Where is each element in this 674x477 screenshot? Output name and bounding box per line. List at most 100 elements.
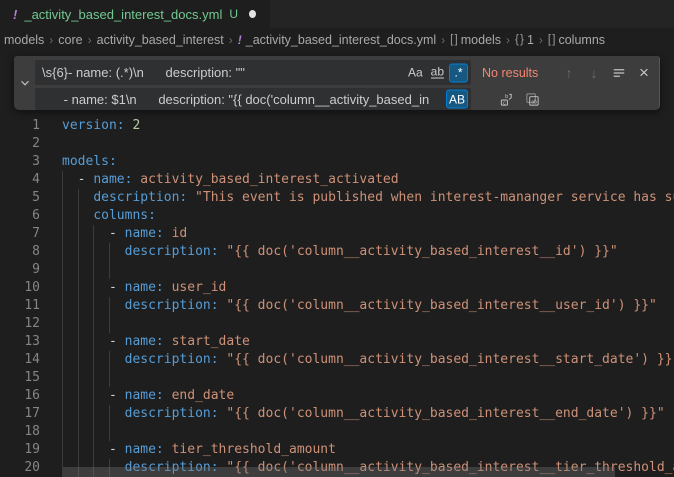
code-line[interactable]: 17 description: "{{ doc('column__activit… [0, 405, 674, 423]
code-token: description: [125, 298, 219, 313]
line-number[interactable]: 2 [0, 135, 40, 153]
breadcrumb-item[interactable]: activity_based_interest [97, 33, 224, 47]
line-number[interactable]: 7 [0, 225, 40, 243]
breadcrumb-item[interactable]: { }1 [515, 33, 534, 47]
line-number[interactable]: 18 [0, 423, 40, 441]
find-in-selection-button[interactable] [608, 62, 630, 84]
line-number[interactable]: 19 [0, 441, 40, 459]
line-content[interactable] [62, 315, 674, 333]
yaml-file-icon: ! [238, 33, 242, 47]
code-lines[interactable]: 1version: 223models:4 - name: activity_b… [0, 51, 674, 477]
toggle-replace-button[interactable] [14, 56, 35, 110]
line-content[interactable]: - name: id [62, 225, 674, 243]
line-content[interactable] [62, 135, 674, 153]
breadcrumb-item[interactable]: [ ]models [450, 33, 501, 47]
line-number[interactable]: 16 [0, 387, 40, 405]
close-find-button[interactable]: × [633, 62, 655, 84]
line-content[interactable]: description: "{{ doc('column__activity_b… [62, 405, 674, 423]
previous-match-button[interactable]: ↑ [558, 62, 580, 84]
indent-guide [62, 369, 63, 387]
breadcrumb-item[interactable]: models [4, 33, 44, 47]
git-untracked-badge: U [229, 7, 238, 21]
line-number[interactable]: 5 [0, 189, 40, 207]
breadcrumb-item[interactable]: core [58, 33, 82, 47]
code-line[interactable]: 7 - name: id [0, 225, 674, 243]
replace-button[interactable]: b c [495, 88, 517, 110]
code-line[interactable]: 3 models: [0, 153, 674, 171]
code-line[interactable]: 13 - name: start_date [0, 333, 674, 351]
code-line[interactable]: 12 [0, 315, 674, 333]
next-match-button[interactable]: ↓ [583, 62, 605, 84]
selection-lines-icon [612, 66, 626, 80]
line-number[interactable]: 10 [0, 279, 40, 297]
line-content[interactable]: - name: user_id [62, 279, 674, 297]
preserve-case-toggle[interactable]: AB [446, 90, 468, 109]
line-content[interactable] [62, 369, 674, 387]
replace-input[interactable] [35, 88, 471, 110]
indent-guide [93, 351, 94, 369]
line-content[interactable]: description: "This event is published wh… [62, 189, 674, 207]
editor[interactable]: Aa ab .* No results ↑ ↓ [0, 51, 674, 477]
code-line[interactable]: 15 [0, 369, 674, 387]
line-number[interactable]: 17 [0, 405, 40, 423]
line-number[interactable]: 3 [0, 153, 40, 171]
unsaved-changes-dot[interactable] [249, 10, 256, 18]
code-token: name: [93, 172, 132, 187]
line-number[interactable]: 6 [0, 207, 40, 225]
horizontal-scrollbar[interactable] [63, 467, 615, 477]
indent-guide [93, 243, 94, 261]
code-line[interactable]: 9 [0, 261, 674, 279]
code-line[interactable]: 4 - name: activity_based_interest_activa… [0, 171, 674, 189]
indent-guide [78, 207, 79, 225]
indent-guide [62, 243, 63, 261]
code-token: description: [125, 406, 219, 421]
line-content[interactable] [62, 261, 674, 279]
line-number[interactable]: 9 [0, 261, 40, 279]
line-content[interactable]: description: "{{ doc('column__activity_b… [62, 351, 674, 369]
code-line[interactable]: 6 columns: [0, 207, 674, 225]
line-content[interactable]: version: 2 [62, 117, 674, 135]
line-content[interactable] [62, 423, 674, 441]
code-line[interactable]: 2 [0, 135, 674, 153]
code-line[interactable]: 11 description: "{{ doc('column__activit… [0, 297, 674, 315]
breadcrumb-item[interactable]: [ ]columns [548, 33, 605, 47]
match-case-toggle[interactable]: Aa [405, 63, 426, 82]
code-line[interactable]: 5 description: "This event is published … [0, 189, 674, 207]
line-number[interactable]: 1 [0, 117, 40, 135]
whole-word-toggle[interactable]: ab [428, 63, 447, 82]
indent-guide [109, 351, 110, 369]
line-content[interactable]: - name: tier_threshold_amount [62, 441, 674, 459]
breadcrumb-item[interactable]: !_activity_based_interest_docs.yml [238, 33, 436, 47]
breadcrumb-label: models [461, 33, 501, 47]
line-number[interactable]: 14 [0, 351, 40, 369]
code-line[interactable]: 10 - name: user_id [0, 279, 674, 297]
indent-guide [78, 387, 79, 405]
line-number[interactable]: 8 [0, 243, 40, 261]
line-number[interactable]: 4 [0, 171, 40, 189]
code-line[interactable]: 19 - name: tier_threshold_amount [0, 441, 674, 459]
indent-guide [78, 333, 79, 351]
line-content[interactable]: - name: end_date [62, 387, 674, 405]
indent-guide [78, 189, 79, 207]
code-token: description: [93, 190, 187, 205]
line-number[interactable]: 20 [0, 459, 40, 477]
line-content[interactable]: description: "{{ doc('column__activity_b… [62, 297, 674, 315]
code-line[interactable]: 14 description: "{{ doc('column__activit… [0, 351, 674, 369]
line-content[interactable]: - name: start_date [62, 333, 674, 351]
code-line[interactable]: 8 description: "{{ doc('column__activity… [0, 243, 674, 261]
line-content[interactable]: columns: [62, 207, 674, 225]
line-number[interactable]: 13 [0, 333, 40, 351]
svg-text:b: b [505, 94, 508, 100]
line-content[interactable]: description: "{{ doc('column__activity_b… [62, 243, 674, 261]
line-content[interactable]: - name: activity_based_interest_activate… [62, 171, 674, 189]
line-number[interactable]: 15 [0, 369, 40, 387]
regex-toggle[interactable]: .* [449, 63, 468, 82]
code-line[interactable]: 18 [0, 423, 674, 441]
replace-all-button[interactable]: ab [521, 88, 543, 110]
line-number[interactable]: 12 [0, 315, 40, 333]
tab-activity-based-interest-docs[interactable]: ! _activity_based_interest_docs.yml U [0, 0, 270, 28]
line-number[interactable]: 11 [0, 297, 40, 315]
code-line[interactable]: 1 version: 2 [0, 117, 674, 135]
line-content[interactable]: models: [62, 153, 674, 171]
code-line[interactable]: 16 - name: end_date [0, 387, 674, 405]
